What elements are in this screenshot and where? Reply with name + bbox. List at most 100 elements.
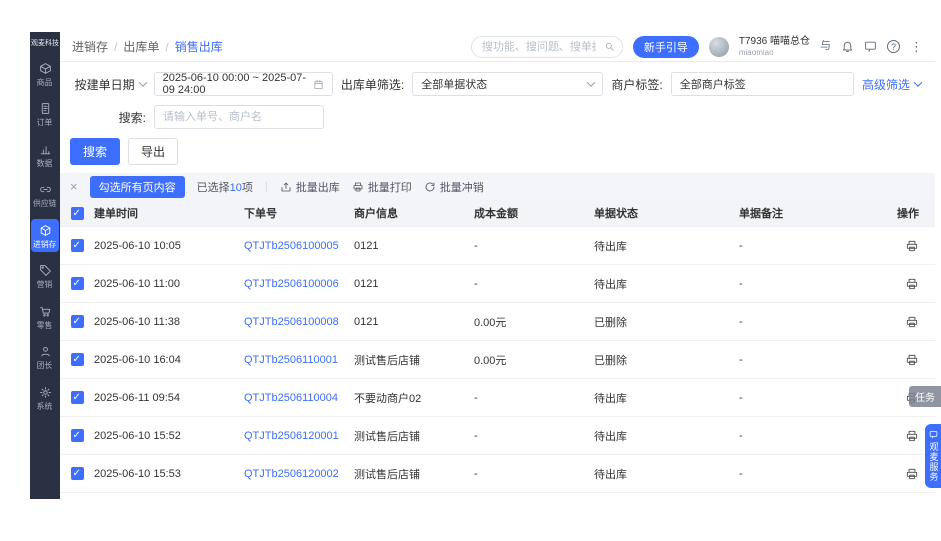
orders-table: 建单时间 下单号 商户信息 成本金额 单据状态 单据备注 操作 2025-06-…	[60, 200, 935, 499]
bulk-print-label: 批量打印	[368, 179, 412, 195]
order-number-link[interactable]: QTJTb2506100006	[244, 278, 339, 290]
row-checkbox[interactable]	[71, 467, 84, 480]
status-filter-label: 出库单筛选:	[341, 76, 404, 93]
task-floating-tab[interactable]: 任务	[909, 386, 941, 407]
shortcut-icon[interactable]: 与	[820, 41, 831, 52]
sidebar-item-inventory[interactable]: 进销存	[31, 219, 59, 253]
row-checkbox[interactable]	[71, 429, 84, 442]
merchant-name: 测试售后店铺	[354, 466, 474, 482]
order-number-link[interactable]: QTJTb2506110004	[244, 392, 338, 404]
order-time: 2025-06-10 11:00	[94, 278, 244, 290]
row-checkbox[interactable]	[71, 277, 84, 290]
order-number-link[interactable]: QTJTb2506100008	[244, 316, 339, 328]
app-window: 观麦科技 商品 订单 数据 供应链 进销存 营销 零售	[30, 32, 935, 499]
advanced-filter-link[interactable]: 高级筛选	[862, 76, 921, 93]
service-floating-tab[interactable]: 观麦服务	[925, 424, 941, 488]
service-tab-label: 观麦服务	[929, 442, 938, 482]
user-name: T7936 喵喵总仓	[739, 36, 810, 48]
message-icon[interactable]	[864, 40, 877, 53]
keyword-search-input[interactable]	[154, 105, 324, 129]
date-range-picker[interactable]: 2025-06-10 00:00 ~ 2025-07-09 24:00	[154, 72, 333, 96]
bulk-writeoff-label: 批量冲销	[440, 179, 484, 195]
export-button[interactable]: 导出	[128, 138, 178, 165]
sidebar-item-goods[interactable]: 商品	[31, 57, 59, 91]
brand-logo: 观麦科技	[31, 40, 59, 48]
status-text: 已删除	[594, 314, 739, 330]
print-button[interactable]	[905, 315, 919, 329]
merchant-name: 0121	[354, 278, 474, 290]
merchant-tag-input[interactable]: 全部商户标签	[671, 72, 854, 96]
order-number-link[interactable]: QTJTb2506110001	[244, 354, 338, 366]
breadcrumb-item[interactable]: 进销存	[72, 38, 108, 55]
row-checkbox[interactable]	[71, 315, 84, 328]
order-number-link[interactable]: QTJTb2506100005	[244, 240, 339, 252]
table-row: 2025-06-10 11:38 QTJTb2506100008 0121 0.…	[60, 303, 935, 341]
order-doc-icon	[39, 102, 52, 115]
more-icon[interactable]: ⋮	[910, 39, 923, 55]
filter-row-1: 按建单日期 2025-06-10 00:00 ~ 2025-07-09 24:0…	[70, 72, 921, 96]
beginner-guide-button[interactable]: 新手引导	[633, 36, 699, 58]
date-type-dropdown[interactable]: 按建单日期	[70, 76, 146, 93]
status-text: 待出库	[594, 390, 739, 406]
print-button[interactable]	[905, 277, 919, 291]
cost-amount: -	[474, 392, 594, 404]
remark-text: -	[739, 430, 879, 442]
bulk-print-icon	[352, 181, 364, 193]
bulk-outbound-button[interactable]: 批量出库	[280, 179, 340, 195]
avatar[interactable]	[709, 37, 729, 57]
clear-selection-button[interactable]: ×	[70, 180, 78, 193]
table-row: 2025-06-10 11:00 QTJTb2506100006 0121 - …	[60, 265, 935, 303]
column-header: 建单时间	[94, 205, 244, 221]
bell-icon[interactable]	[841, 40, 854, 53]
print-button[interactable]	[905, 429, 919, 443]
breadcrumb: 进销存 / 出库单 / 销售出库	[72, 38, 223, 55]
row-checkbox[interactable]	[71, 239, 84, 252]
topbar-icons: 与 ? ⋮	[820, 39, 923, 55]
bulk-writeoff-button[interactable]: 批量冲销	[424, 179, 484, 195]
order-number-link[interactable]: QTJTb2506120002	[244, 468, 339, 480]
print-button[interactable]	[905, 353, 919, 367]
search-icon[interactable]	[604, 41, 615, 52]
divider: |	[265, 181, 268, 193]
bulk-writeoff-icon	[424, 181, 436, 193]
sidebar-item-data[interactable]: 数据	[31, 138, 59, 172]
order-number-link[interactable]: QTJTb2506120001	[244, 430, 339, 442]
select-all-pages-button[interactable]: 勾选所有页内容	[90, 176, 185, 198]
sidebar-item-retail[interactable]: 零售	[31, 300, 59, 334]
printer-icon	[905, 315, 919, 329]
global-search-input[interactable]	[471, 36, 623, 58]
sidebar-item-leader[interactable]: 团长	[31, 340, 59, 374]
breadcrumb-item[interactable]: 出库单	[123, 38, 159, 55]
help-icon[interactable]: ?	[887, 40, 900, 53]
sidebar-item-orders[interactable]: 订单	[31, 97, 59, 131]
keyword-search-label: 搜索:	[70, 109, 146, 126]
printer-icon	[905, 239, 919, 253]
merchant-tag-value: 全部商户标签	[680, 76, 746, 92]
print-button[interactable]	[905, 239, 919, 253]
chevron-down-icon	[587, 78, 595, 86]
sidebar-item-label: 商品	[37, 78, 53, 86]
calendar-icon	[313, 79, 324, 90]
main-area: 进销存 / 出库单 / 销售出库 新手引导 T7936 喵喵总仓 miaomia…	[60, 32, 935, 499]
tag-icon	[39, 264, 52, 277]
sidebar-item-supply-chain[interactable]: 供应链	[31, 178, 59, 212]
row-checkbox[interactable]	[71, 353, 84, 366]
order-time: 2025-06-11 09:54	[94, 392, 244, 404]
merchant-name: 0121	[354, 316, 474, 328]
sidebar-item-system[interactable]: 系统	[31, 381, 59, 415]
status-select[interactable]: 全部单据状态	[412, 72, 603, 96]
bulk-print-button[interactable]: 批量打印	[352, 179, 412, 195]
filter-row-2: 搜索:	[70, 105, 921, 129]
date-type-label: 按建单日期	[75, 76, 135, 93]
search-button[interactable]: 搜索	[70, 138, 120, 165]
sidebar-item-marketing[interactable]: 营销	[31, 259, 59, 293]
print-button[interactable]	[905, 467, 919, 481]
row-checkbox[interactable]	[71, 391, 84, 404]
column-header: 商户信息	[354, 205, 474, 221]
order-time: 2025-06-10 15:52	[94, 430, 244, 442]
remark-text: -	[739, 354, 879, 366]
status-select-value: 全部单据状态	[421, 76, 487, 92]
user-info[interactable]: T7936 喵喵总仓 miaomiao	[739, 36, 810, 58]
select-all-checkbox[interactable]	[71, 207, 84, 220]
topbar-right: 新手引导 T7936 喵喵总仓 miaomiao 与 ? ⋮	[471, 36, 923, 58]
